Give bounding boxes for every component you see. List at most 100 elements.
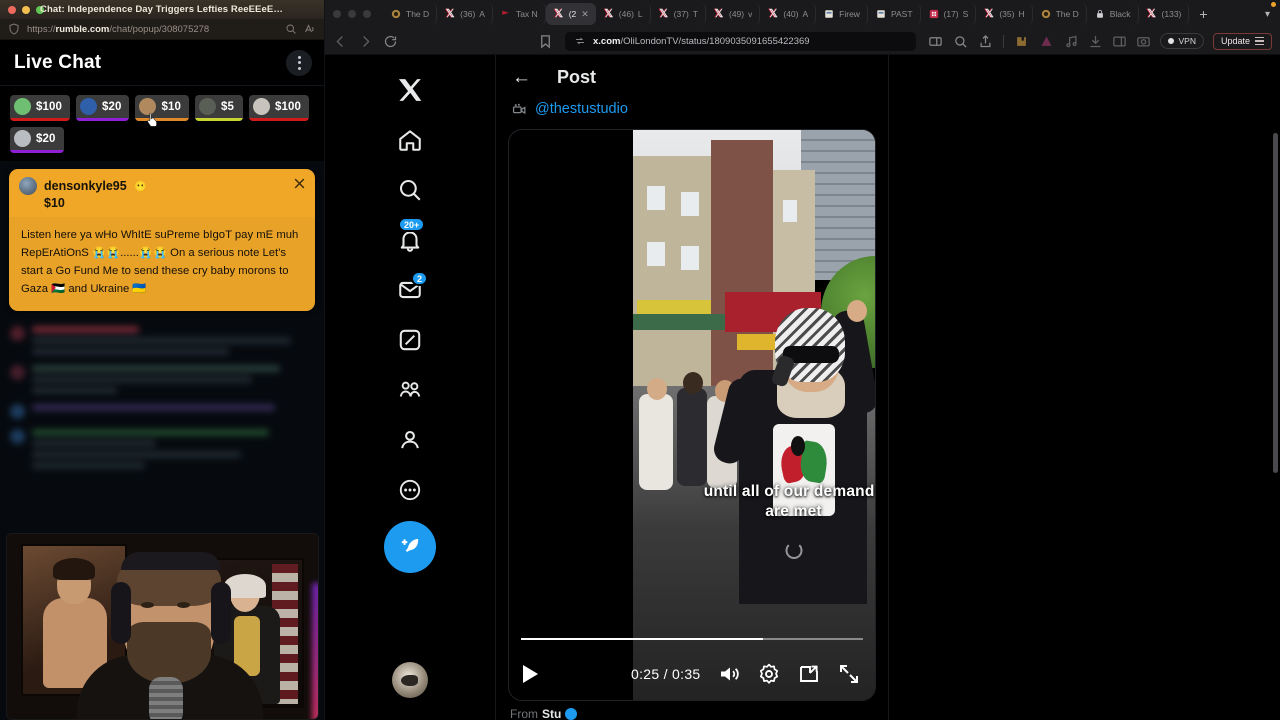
extension-alt-icon[interactable]: [1039, 34, 1054, 49]
post-author-handle[interactable]: @thestustudio: [535, 101, 628, 117]
featured-tip-header: densonkyle95 😶 $10: [9, 169, 315, 217]
update-button[interactable]: Update: [1213, 33, 1272, 50]
chevron-down-icon[interactable]: ▾: [1265, 9, 1270, 20]
address-bar[interactable]: x.com/OliLondonTV/status/180903509165542…: [565, 32, 916, 51]
fullscreen-icon[interactable]: [837, 662, 861, 686]
browser-tab[interactable]: 𝕏(35)H: [976, 3, 1032, 25]
tip-amount: $100: [36, 101, 62, 113]
chat-window-urlbar[interactable]: https://rumble.com/chat/popup/308075278: [0, 19, 324, 40]
x-icon: 𝕏: [767, 8, 779, 20]
scrollbar-thumb[interactable]: [1273, 133, 1278, 473]
browser-tab[interactable]: 𝕏(49)v: [706, 3, 760, 25]
sidebar-item-x-logo[interactable]: [385, 65, 435, 115]
browser-tab[interactable]: 𝕏(36)A: [437, 3, 493, 25]
sidebar-item-grok[interactable]: [385, 315, 435, 365]
back-arrow-icon[interactable]: [333, 34, 348, 49]
list-item[interactable]: [6, 321, 318, 360]
sidebar-item-home[interactable]: [385, 115, 435, 165]
from-name[interactable]: Stu: [542, 707, 561, 720]
extension-icon[interactable]: [1014, 34, 1029, 49]
scrollbar[interactable]: [1272, 55, 1279, 720]
rumble-chat-popup-window: Chat: Independence Day Triggers Lefties …: [0, 0, 325, 720]
browser-tab[interactable]: PAST: [868, 3, 921, 25]
post-author-row[interactable]: @thestustudio: [496, 99, 888, 125]
window-controls[interactable]: [333, 10, 383, 18]
sidebar-item-more[interactable]: [385, 465, 435, 515]
zoom-icon[interactable]: [953, 34, 968, 49]
bookmark-icon[interactable]: [538, 34, 553, 49]
screenshot-icon[interactable]: [1136, 34, 1151, 49]
tab-title: The D: [406, 9, 429, 19]
hamburger-menu-icon[interactable]: [1255, 37, 1264, 46]
reader-mode-icon[interactable]: [304, 23, 316, 35]
account-avatar[interactable]: [392, 662, 428, 698]
tip-badge[interactable]: $10: [135, 95, 189, 121]
x-logo-icon: [397, 77, 423, 103]
browser-tab[interactable]: Tax N: [493, 3, 546, 25]
browser-tab[interactable]: The D: [1033, 3, 1087, 25]
picture-in-picture-icon[interactable]: [797, 662, 821, 686]
sidebar-item-explore[interactable]: [385, 165, 435, 215]
tab-title: H: [1018, 9, 1024, 19]
browser-tab[interactable]: 𝕏(133): [1139, 3, 1190, 25]
sidebar-item-notifications[interactable]: 20+: [385, 215, 435, 265]
tips-tray: $100$20$10$5$100$20: [0, 86, 324, 161]
kebab-menu-icon[interactable]: [286, 50, 312, 76]
video-camera-icon: [512, 102, 527, 117]
page-title: Post: [557, 67, 596, 88]
from-label: From: [510, 707, 538, 720]
list-item[interactable]: [6, 360, 318, 399]
new-tab-button[interactable]: +: [1189, 6, 1217, 22]
avatar: [14, 98, 31, 115]
back-arrow-icon[interactable]: ←: [512, 68, 531, 87]
browser-tab[interactable]: 𝕏(46)L: [596, 3, 651, 25]
play-icon[interactable]: [523, 665, 538, 683]
volume-icon[interactable]: [717, 662, 741, 686]
list-item[interactable]: [6, 399, 318, 424]
browser-tab[interactable]: Firew: [816, 3, 868, 25]
streamer-webcam-overlay: [6, 533, 319, 720]
search-icon[interactable]: [285, 23, 297, 35]
video-player[interactable]: until all of our demands are met 0:25: [508, 129, 876, 701]
downloads-icon[interactable]: [1088, 34, 1103, 49]
sidebar-item-communities[interactable]: [385, 365, 435, 415]
settings-gear-icon[interactable]: [757, 662, 781, 686]
compose-post-button[interactable]: [384, 521, 436, 573]
browser-tab[interactable]: 𝕏(37)T: [651, 3, 706, 25]
message-lines: [32, 326, 314, 355]
tip-badge[interactable]: $20: [76, 95, 130, 121]
tip-badge[interactable]: $5: [195, 95, 243, 121]
x-icon: 𝕏: [658, 8, 670, 20]
sidebar-item-messages[interactable]: 2: [385, 265, 435, 315]
video-frame: until all of our demands are met: [633, 130, 876, 700]
forward-arrow-icon[interactable]: [358, 34, 373, 49]
tip-badge[interactable]: $100: [249, 95, 309, 121]
close-icon[interactable]: [293, 177, 306, 190]
browser-tab[interactable]: (17)S: [921, 3, 977, 25]
split-view-icon[interactable]: [928, 34, 943, 49]
tab-title: L: [638, 9, 643, 19]
sidebar-item-profile[interactable]: [385, 415, 435, 465]
share-icon[interactable]: [978, 34, 993, 49]
globe-icon: [1040, 8, 1052, 20]
chat-message-list[interactable]: [0, 317, 324, 474]
browser-tab[interactable]: The D: [383, 3, 437, 25]
vpn-label: VPN: [1178, 36, 1195, 46]
browser-tab[interactable]: Black: [1087, 3, 1139, 25]
sidebar-icon[interactable]: [1112, 34, 1127, 49]
browser-tab[interactable]: 𝕏(2✕: [546, 3, 596, 25]
message-lines: [32, 365, 314, 394]
tip-badge[interactable]: $20: [10, 127, 64, 153]
tip-badge[interactable]: $100: [10, 95, 70, 121]
screen-root: Chat: Independence Day Triggers Lefties …: [0, 0, 1280, 720]
x-right-column: [889, 55, 1280, 720]
vpn-button[interactable]: VPN: [1160, 33, 1203, 49]
close-icon[interactable]: ✕: [581, 9, 589, 20]
video-progress-bar[interactable]: [521, 638, 863, 640]
messages-badge: 2: [411, 271, 428, 286]
reload-icon[interactable]: [383, 34, 398, 49]
browser-tab[interactable]: 𝕏(40)A: [760, 3, 816, 25]
music-icon[interactable]: [1064, 34, 1079, 49]
avatar: [10, 429, 25, 444]
list-item[interactable]: [6, 424, 318, 474]
